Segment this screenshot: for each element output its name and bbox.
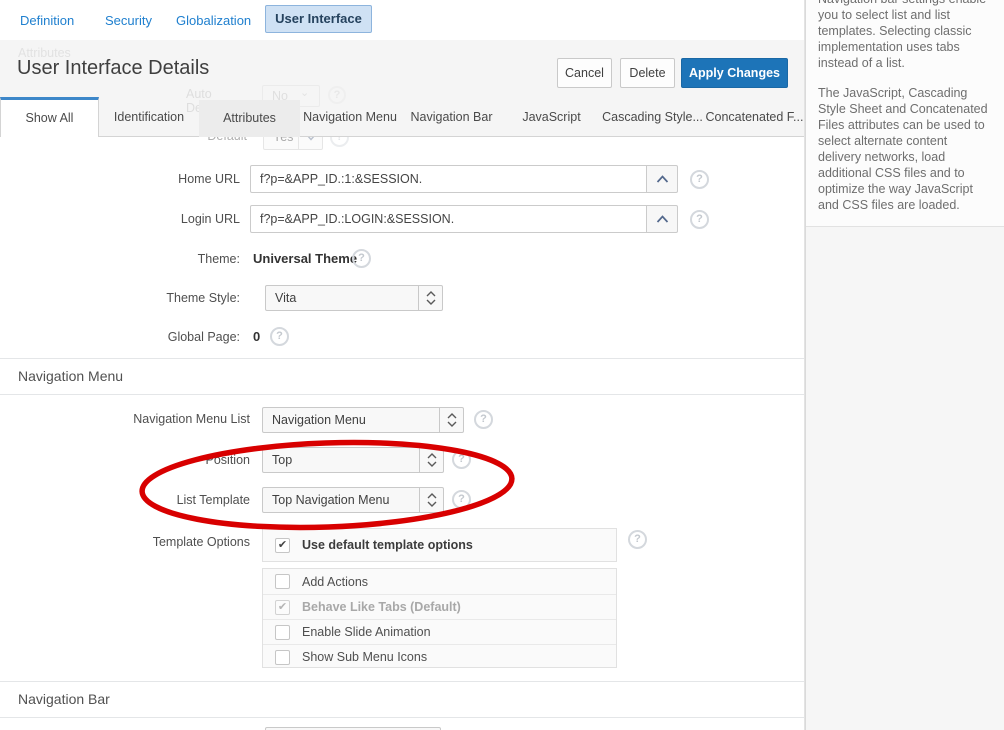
default-template-options-box: ✔ Use default template options	[262, 528, 617, 562]
option-label: Use default template options	[302, 538, 473, 552]
check-icon: ✔	[276, 601, 289, 614]
list-template-value: Top Navigation Menu	[272, 488, 389, 512]
tab-definition[interactable]: Definition	[20, 13, 74, 28]
chevron-up-icon	[656, 175, 669, 183]
delete-button[interactable]: Delete	[620, 58, 675, 88]
tab-identification[interactable]: Identification	[99, 97, 199, 137]
check-icon: ✔	[276, 539, 289, 552]
tab-navigation-bar[interactable]: Navigation Bar	[400, 97, 503, 137]
tab-globalization[interactable]: Globalization	[176, 13, 251, 28]
help-sidebar: Navigation bar settings enable you to se…	[805, 0, 1004, 730]
section-title: Navigation Bar	[18, 682, 110, 717]
expand-login-url-button[interactable]	[647, 205, 678, 233]
theme-label: Theme:	[0, 252, 240, 266]
add-actions-checkbox[interactable]: ✔	[275, 574, 290, 589]
navigation-menu-section-header: Navigation Menu	[0, 358, 804, 395]
spinner-icon	[439, 408, 463, 432]
option-label: Behave Like Tabs (Default)	[302, 600, 461, 614]
help-icon[interactable]: ?	[452, 490, 471, 509]
chevron-up-icon	[656, 215, 669, 223]
navigation-menu-list-value: Navigation Menu	[272, 408, 366, 432]
list-template-select[interactable]: Top Navigation Menu	[262, 487, 444, 513]
tab-show-all[interactable]: Show All	[0, 97, 99, 137]
expand-home-url-button[interactable]	[647, 165, 678, 193]
login-url-label: Login URL	[0, 212, 240, 226]
help-icon[interactable]: ?	[690, 210, 709, 229]
apply-changes-button[interactable]: Apply Changes	[681, 58, 788, 88]
spinner-icon	[419, 488, 443, 512]
help-icon[interactable]: ?	[452, 450, 471, 469]
option-row: ✔ Enable Slide Animation	[263, 619, 616, 644]
main-column: Definition Security Globalization User I…	[0, 0, 805, 730]
option-row: ✔ Behave Like Tabs (Default)	[263, 594, 616, 619]
login-url-input[interactable]	[250, 205, 647, 233]
use-default-template-options-checkbox[interactable]: ✔	[275, 538, 290, 553]
app-tab-bar: Definition Security Globalization User I…	[0, 0, 804, 40]
help-text: Navigation bar settings enable you to se…	[818, 0, 992, 71]
option-row: ✔ Add Actions	[263, 569, 616, 594]
option-label: Add Actions	[302, 575, 368, 589]
help-icon[interactable]: ?	[270, 327, 289, 346]
tab-cascading-style[interactable]: Cascading Style...	[600, 97, 705, 137]
section-title: Navigation Menu	[18, 359, 123, 394]
tab-attributes[interactable]: Attributes	[199, 100, 300, 137]
tab-security[interactable]: Security	[105, 13, 152, 28]
page-header: Attributes User Interface Details Cancel…	[0, 40, 804, 137]
template-options-label: Template Options	[0, 535, 250, 549]
position-label: Position	[0, 453, 250, 467]
list-template-label: List Template	[0, 493, 250, 507]
global-page-label: Global Page:	[0, 330, 240, 344]
spinner-icon	[418, 286, 442, 310]
help-icon[interactable]: ?	[352, 249, 371, 268]
position-select[interactable]: Top	[262, 447, 444, 473]
theme-value: Universal Theme	[253, 251, 357, 266]
page-title: User Interface Details	[17, 57, 209, 80]
option-label: Show Sub Menu Icons	[302, 650, 427, 664]
behave-like-tabs-checkbox: ✔	[275, 600, 290, 615]
theme-style-select[interactable]: Vita	[265, 285, 443, 311]
cancel-button[interactable]: Cancel	[557, 58, 612, 88]
tab-javascript[interactable]: JavaScript	[503, 97, 600, 137]
navigation-menu-list-label: Navigation Menu List	[0, 412, 250, 426]
option-row: ✔ Use default template options	[263, 529, 616, 561]
enable-slide-animation-checkbox[interactable]: ✔	[275, 625, 290, 640]
help-icon[interactable]: ?	[628, 530, 647, 549]
spinner-icon	[419, 448, 443, 472]
help-icon[interactable]: ?	[690, 170, 709, 189]
theme-style-label: Theme Style:	[0, 291, 240, 305]
option-label: Enable Slide Animation	[302, 625, 431, 639]
navigation-menu-list-select[interactable]: Navigation Menu	[262, 407, 464, 433]
help-text: The JavaScript, Cascading Style Sheet an…	[818, 85, 992, 213]
page: Definition Security Globalization User I…	[0, 0, 1004, 730]
global-page-value: 0	[253, 329, 260, 344]
help-panel: Navigation bar settings enable you to se…	[806, 0, 1004, 227]
navigation-bar-section-header: Navigation Bar	[0, 681, 804, 718]
tab-navigation-menu[interactable]: Navigation Menu	[300, 97, 400, 137]
position-value: Top	[272, 448, 292, 472]
help-icon[interactable]: ?	[474, 410, 493, 429]
tab-concatenated-files[interactable]: Concatenated F...	[705, 97, 804, 137]
template-options-box: ✔ Add Actions ✔ Behave Like Tabs (Defaul…	[262, 568, 617, 668]
home-url-label: Home URL	[0, 172, 240, 186]
tab-user-interface[interactable]: User Interface	[265, 5, 372, 33]
option-row: ✔ Show Sub Menu Icons	[263, 644, 616, 669]
show-sub-menu-icons-checkbox[interactable]: ✔	[275, 650, 290, 665]
theme-style-value: Vita	[275, 286, 296, 310]
home-url-input[interactable]	[250, 165, 647, 193]
